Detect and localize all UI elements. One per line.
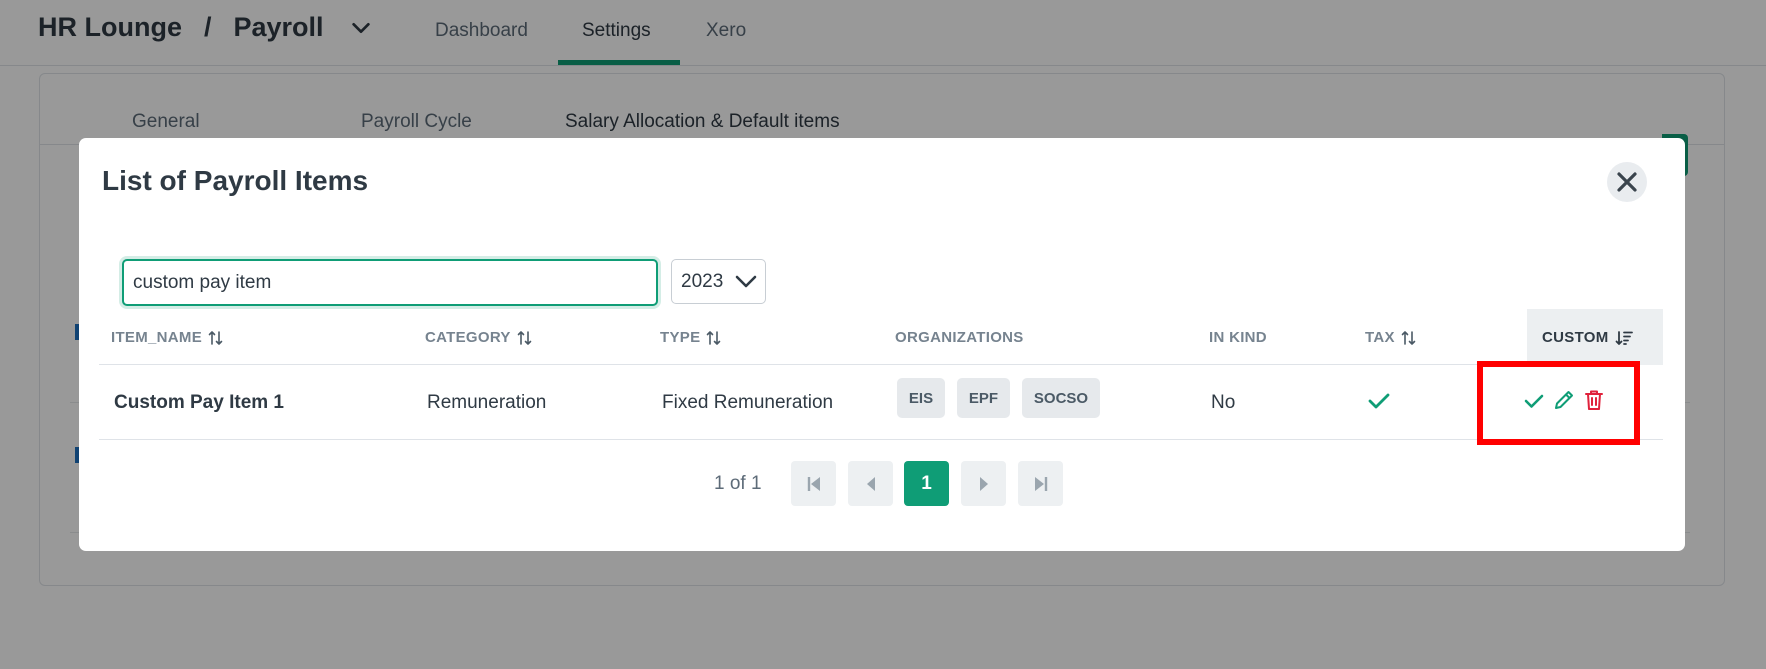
- column-header-label: IN KIND: [1209, 329, 1267, 346]
- modal-title: List of Payroll Items: [102, 165, 369, 196]
- pagination-label: 1 of 1: [714, 473, 762, 494]
- column-header-label: CUSTOM: [1542, 329, 1609, 346]
- column-header-item-name[interactable]: ITEM_NAME: [111, 329, 224, 346]
- year-select[interactable]: 2023: [671, 259, 766, 304]
- next-page-button[interactable]: [961, 461, 1006, 506]
- last-page-icon: [1034, 476, 1047, 491]
- table-header: ITEM_NAME CATEGORY TYPE ORGANIZATIONS IN…: [99, 309, 1663, 365]
- close-icon: [1617, 172, 1637, 192]
- year-select-value: 2023: [681, 270, 724, 292]
- column-header-organizations: ORGANIZATIONS: [895, 329, 1024, 346]
- column-header-tax[interactable]: TAX: [1365, 329, 1417, 346]
- previous-page-icon: [866, 476, 875, 491]
- sort-descending-icon: [1615, 330, 1633, 345]
- highlight-box: [1477, 361, 1640, 445]
- chevron-down-icon: [735, 275, 757, 288]
- column-header-label: TYPE: [660, 329, 701, 346]
- sort-icon: [517, 330, 532, 345]
- cell-in-kind: No: [1211, 392, 1236, 413]
- next-page-icon: [979, 476, 988, 491]
- column-header-label: ITEM_NAME: [111, 329, 203, 346]
- page-1-button[interactable]: 1: [904, 461, 949, 506]
- table-row[interactable]: Custom Pay Item 1 Remuneration Fixed Rem…: [99, 365, 1663, 440]
- column-header-label: CATEGORY: [425, 329, 511, 346]
- column-header-category[interactable]: CATEGORY: [425, 329, 533, 346]
- previous-page-button[interactable]: [848, 461, 893, 506]
- sort-icon: [208, 330, 223, 345]
- last-page-button[interactable]: [1018, 461, 1063, 506]
- close-button[interactable]: [1607, 162, 1647, 202]
- column-header-custom[interactable]: CUSTOM: [1542, 329, 1633, 346]
- column-header-type[interactable]: TYPE: [660, 329, 722, 346]
- sort-icon: [1401, 330, 1416, 345]
- cell-category: Remuneration: [427, 392, 547, 413]
- search-input[interactable]: [122, 259, 658, 306]
- organization-badge-epf: EPF: [957, 378, 1010, 418]
- column-header-label: ORGANIZATIONS: [895, 329, 1024, 346]
- first-page-icon: [807, 476, 820, 491]
- column-header-label: TAX: [1365, 329, 1395, 346]
- sort-icon: [707, 330, 721, 345]
- cell-item-name: Custom Pay Item 1: [114, 392, 284, 413]
- payroll-items-modal: List of Payroll Items 2023 ITEM_NAME CAT…: [79, 138, 1685, 551]
- organization-badge-eis: EIS: [897, 378, 945, 418]
- cell-type: Fixed Remuneration: [662, 392, 834, 413]
- column-header-in-kind: IN KIND: [1209, 329, 1267, 346]
- organization-badge-socso: SOCSO: [1022, 378, 1100, 418]
- check-icon: [1368, 393, 1390, 409]
- first-page-button[interactable]: [791, 461, 836, 506]
